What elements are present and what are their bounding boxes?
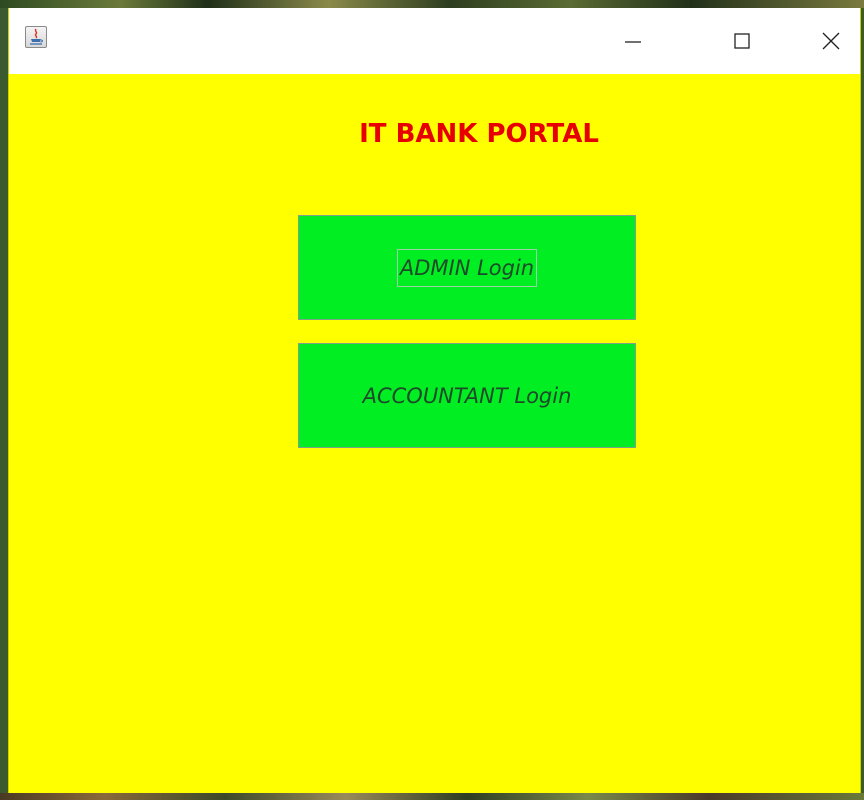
minimize-button[interactable] — [603, 8, 663, 74]
desktop-background-top — [0, 0, 864, 8]
accountant-login-label: ACCOUNTANT Login — [362, 383, 572, 408]
maximize-icon — [734, 33, 750, 49]
accountant-login-button[interactable]: ACCOUNTANT Login — [298, 343, 636, 448]
close-button[interactable] — [801, 8, 861, 74]
main-panel: IT BANK PORTAL ADMIN Login ACCOUNTANT Lo… — [9, 74, 860, 794]
minimize-icon — [625, 41, 641, 43]
admin-login-button[interactable]: ADMIN Login — [298, 215, 636, 320]
app-window: IT BANK PORTAL ADMIN Login ACCOUNTANT Lo… — [8, 8, 861, 794]
desktop-background-bottom — [0, 793, 864, 800]
title-bar[interactable] — [9, 8, 860, 74]
page-title: IT BANK PORTAL — [359, 119, 599, 149]
java-app-icon[interactable] — [25, 26, 47, 48]
maximize-button[interactable] — [712, 8, 772, 74]
admin-login-label: ADMIN Login — [396, 248, 538, 287]
close-icon — [822, 32, 840, 50]
